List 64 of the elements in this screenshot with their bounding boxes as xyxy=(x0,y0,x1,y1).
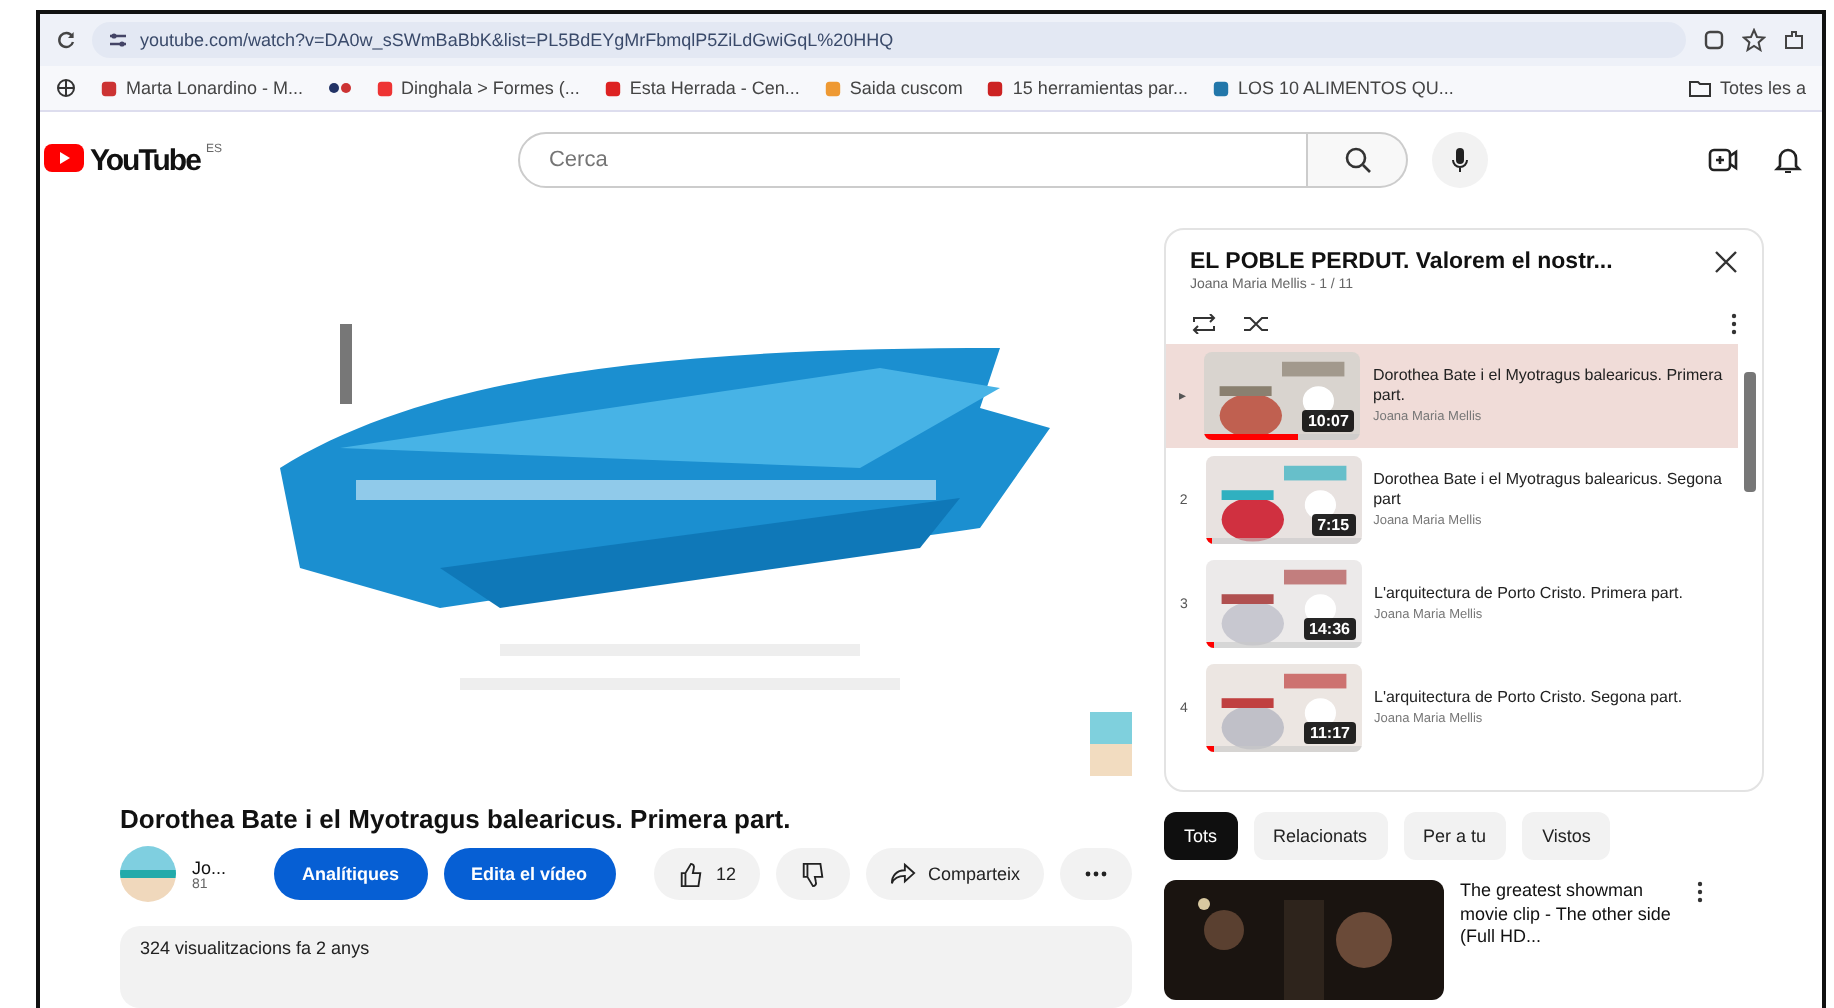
avatar-icon[interactable] xyxy=(120,846,176,903)
youtube-logo-icon xyxy=(44,143,84,171)
folder-icon xyxy=(1687,78,1712,98)
action-button[interactable]: Edita el vídeo xyxy=(443,848,616,901)
bookmark[interactable]: 15 herramientas par... xyxy=(986,78,1188,98)
duration-badge: 14:36 xyxy=(1303,618,1356,640)
share-icon xyxy=(889,862,916,887)
action-button[interactable]: Analítiques xyxy=(274,848,428,901)
bookmark[interactable]: Marta Lonardino - M... xyxy=(100,78,304,98)
view-count: 324 visualitzacions fa 2 anys xyxy=(140,938,370,959)
microphone-button[interactable] xyxy=(1432,132,1489,188)
bookmark[interactable]: LOS 10 ALIMENTOS QU... xyxy=(1211,78,1454,98)
more-icon xyxy=(1084,870,1108,879)
duration-badge: 7:15 xyxy=(1311,514,1356,536)
filter-chip[interactable]: Per a tu xyxy=(1403,812,1507,860)
dislike-button[interactable] xyxy=(775,848,850,901)
url-text: youtube.com/watch?v=DA0w_sSWmBaBbK&list=PL5BdEYgMrFbmqlP5ZiLdGwiGqL%20HHQ xyxy=(140,30,894,50)
item-title: L'arquitectura de Porto Cristo. Primera part. xyxy=(1374,583,1683,603)
video-title[interactable]: The greatest showman movie clip - The other side (Full HD... xyxy=(1460,880,1680,1000)
bookmark-favicon xyxy=(986,79,1005,97)
item-title: Dorothea Bate i el Myotragus balearicus. Primera part. xyxy=(1372,366,1725,405)
star-icon[interactable] xyxy=(1742,28,1766,52)
bookmark[interactable]: Saida cuscom xyxy=(823,78,963,98)
bookmark[interactable]: Dinghala > Formes (... xyxy=(375,78,580,98)
bell-icon[interactable] xyxy=(1774,144,1802,176)
bookmark-folder[interactable]: Totes les a xyxy=(1687,78,1806,98)
site-info-icon[interactable] xyxy=(108,30,128,50)
filter-chip[interactable]: Relacionats xyxy=(1253,812,1388,860)
duration-badge: 11:17 xyxy=(1303,722,1356,744)
loop-icon[interactable] xyxy=(1190,314,1218,334)
video-title: Dorothea Bate i el Myotragus balearicus. Primera part. xyxy=(120,804,793,835)
address-bar[interactable]: youtube.com/watch?v=DA0w_sSWmBaBbK&list=PL5BdEYgMrFbmqlP5ZiLdGwiGqL%20HHQ xyxy=(92,22,1686,58)
close-icon[interactable] xyxy=(1714,250,1738,274)
item-title: Dorothea Bate i el Myotragus balearicus. Segona part xyxy=(1373,470,1724,509)
reload-icon[interactable] xyxy=(56,30,76,50)
shuffle-icon[interactable] xyxy=(1242,314,1270,334)
item-title: L'arquitectura de Porto Cristo. Segona part. xyxy=(1374,687,1683,707)
more-vertical-icon[interactable] xyxy=(1696,880,1704,904)
filter-chip[interactable]: Tots xyxy=(1164,812,1238,860)
bookmark-favicon xyxy=(603,79,622,97)
bookmark-favicon xyxy=(375,79,394,97)
bookmark-favicon xyxy=(100,79,118,97)
description-box[interactable]: 324 visualitzacions fa 2 anys xyxy=(120,926,1132,1008)
share-button[interactable]: Comparteix xyxy=(865,848,1044,901)
bookmark[interactable]: Esta Herrada - Cen... xyxy=(603,78,800,98)
search-icon xyxy=(1343,146,1372,174)
search-button[interactable] xyxy=(1308,132,1409,188)
channel-name[interactable]: Jo... xyxy=(192,857,227,878)
logo-text[interactable]: YouTube xyxy=(90,143,200,177)
filter-chip[interactable]: Vistos xyxy=(1522,812,1611,860)
thumbs-up-icon xyxy=(677,861,704,888)
like-button[interactable]: 12 xyxy=(653,848,760,901)
thumbs-down-icon xyxy=(799,861,826,888)
extension-icon[interactable] xyxy=(1702,28,1726,52)
bookmark-favicon xyxy=(823,79,842,97)
globe-icon[interactable] xyxy=(56,78,76,98)
bookmark-favicon xyxy=(1211,79,1230,97)
dots-icon[interactable] xyxy=(327,82,352,94)
search-field[interactable]: Cerca xyxy=(518,132,1309,188)
more-vertical-icon[interactable] xyxy=(1730,312,1738,336)
create-icon[interactable] xyxy=(1706,144,1738,176)
duration-badge: 10:07 xyxy=(1301,410,1355,432)
playlist-title[interactable]: EL POBLE PERDUT. Valorem el nostr... xyxy=(1190,250,1613,274)
microphone-icon xyxy=(1450,146,1471,174)
